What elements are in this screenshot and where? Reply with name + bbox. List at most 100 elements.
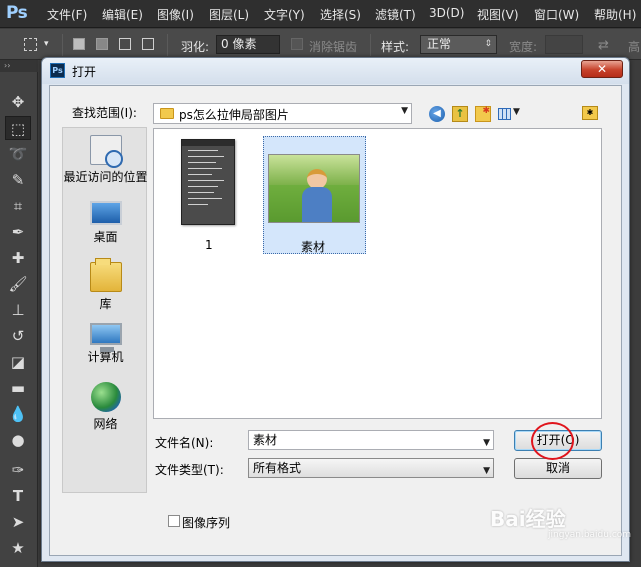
lookin-combo[interactable]: ps怎么拉伸局部图片 ▼ <box>153 103 412 124</box>
ps-menubar: Ps 文件(F) 编辑(E) 图像(I) 图层(L) 文字(Y) 选择(S) 滤… <box>0 0 641 28</box>
new-folder-icon[interactable]: ✱ <box>475 106 491 122</box>
dodge-tool-icon[interactable]: ● <box>5 428 31 452</box>
style-value: 正常 <box>427 37 452 51</box>
subtract-from-selection-icon[interactable] <box>119 38 131 50</box>
menu-view[interactable]: 视图(V) <box>477 6 519 23</box>
style-label: 样式: <box>381 40 410 54</box>
intersect-selection-icon[interactable] <box>142 38 154 50</box>
separator <box>167 34 168 56</box>
new-selection-icon[interactable] <box>73 38 85 50</box>
highlight-circle <box>531 422 574 460</box>
feather-input[interactable]: 0 像素 <box>216 35 280 54</box>
file-list: 1 素材 <box>153 128 602 419</box>
place-desktop[interactable]: 桌面 <box>63 198 148 245</box>
stamp-tool-icon[interactable]: ⊥ <box>5 298 31 322</box>
photoshop-app-icon: Ps <box>50 63 65 78</box>
file-name: 素材 <box>301 240 326 254</box>
place-computer[interactable]: 计算机 <box>63 323 148 365</box>
swap-icon[interactable]: ⇄ <box>598 38 609 53</box>
chevron-down-icon: ▼ <box>513 107 520 117</box>
favorites-folder-icon[interactable]: ✱ <box>582 106 598 120</box>
lookin-value: ps怎么拉伸局部图片 <box>179 108 289 122</box>
menu-file[interactable]: 文件(F) <box>47 6 87 23</box>
separator <box>62 34 63 56</box>
desktop-icon <box>89 201 122 225</box>
dialog-titlebar[interactable]: Ps 打开 ✕ <box>42 58 629 84</box>
filetype-value: 所有格式 <box>253 461 302 475</box>
type-tool-icon[interactable]: T <box>5 484 31 508</box>
separator <box>370 34 371 56</box>
network-icon <box>90 382 121 412</box>
file-name: 1 <box>205 238 213 252</box>
menu-edit[interactable]: 编辑(E) <box>102 6 143 23</box>
image-sequence-label: 图像序列 <box>182 516 231 530</box>
cancel-button[interactable]: 取消 <box>514 458 602 479</box>
feather-label: 羽化: <box>181 40 210 54</box>
view-grid-icon <box>498 108 511 120</box>
menu-help[interactable]: 帮助(H) <box>594 6 636 23</box>
crop-tool-icon[interactable]: ⌗ <box>5 194 31 218</box>
menu-3d[interactable]: 3D(D) <box>429 6 464 20</box>
blur-tool-icon[interactable]: 💧 <box>5 402 31 426</box>
shape-tool-icon[interactable]: ★ <box>5 536 31 560</box>
folder-icon <box>160 108 174 119</box>
pen-tool-icon[interactable]: ✑ <box>5 458 31 482</box>
path-selection-tool-icon[interactable]: ➤ <box>5 510 31 534</box>
antialias-checkbox[interactable] <box>291 38 303 50</box>
chevron-down-icon: ▼ <box>483 466 490 476</box>
back-icon[interactable]: ◀ <box>429 106 445 122</box>
healing-brush-tool-icon[interactable]: ✚ <box>5 246 31 270</box>
brush-tool-icon[interactable]: 🖌 <box>5 272 31 296</box>
height-label: 高 <box>628 40 641 54</box>
computer-icon <box>89 323 122 352</box>
preset-dropdown-arrow-icon[interactable]: ▾ <box>44 39 49 49</box>
image-sequence-checkbox[interactable] <box>168 515 180 527</box>
menu-window[interactable]: 窗口(W) <box>534 6 579 23</box>
ps-options-bar: ▾ 羽化: 0 像素 消除锯齿 样式: 正常 ⇕ 宽度: ⇄ 高 <box>0 29 641 60</box>
dialog-title: 打开 <box>72 65 97 79</box>
chevron-down-icon: ▼ <box>483 438 490 448</box>
file-thumbnail <box>268 154 360 223</box>
eraser-tool-icon[interactable]: ◪ <box>5 350 31 374</box>
marquee-tool-icon[interactable]: ⬚ <box>5 116 31 140</box>
file-item-selected[interactable]: 素材 <box>263 136 366 254</box>
move-tool-icon[interactable]: ✥ <box>5 90 31 114</box>
lasso-tool-icon[interactable]: ➰ <box>5 142 31 166</box>
eyedropper-tool-icon[interactable]: ✒ <box>5 220 31 244</box>
filename-value: 素材 <box>253 433 278 447</box>
gradient-tool-icon[interactable]: ▬ <box>5 376 31 400</box>
antialias-label: 消除锯齿 <box>309 40 358 54</box>
marquee-preset-icon[interactable] <box>24 38 37 51</box>
place-library[interactable]: 库 <box>63 258 148 312</box>
toolbar-grip[interactable]: ›› <box>0 60 38 72</box>
menu-layer[interactable]: 图层(L) <box>209 6 249 23</box>
filename-label: 文件名(N): <box>155 436 214 450</box>
add-to-selection-icon[interactable] <box>96 38 108 50</box>
width-label: 宽度: <box>509 40 538 54</box>
menu-select[interactable]: 选择(S) <box>320 6 361 23</box>
menu-image[interactable]: 图像(I) <box>157 6 194 23</box>
filename-input[interactable]: 素材 ▼ <box>248 430 494 450</box>
place-recent[interactable]: 最近访问的位置 <box>63 135 148 185</box>
quick-selection-tool-icon[interactable]: ✎ <box>5 168 31 192</box>
file-item[interactable]: 1 <box>176 135 242 252</box>
menu-type[interactable]: 文字(Y) <box>264 6 305 23</box>
file-thumbnail <box>181 139 235 225</box>
style-select[interactable]: 正常 ⇕ <box>420 35 497 54</box>
place-label: 桌面 <box>93 230 118 244</box>
close-button[interactable]: ✕ <box>581 60 623 78</box>
menu-filter[interactable]: 滤镜(T) <box>375 6 416 23</box>
width-input[interactable] <box>545 35 583 54</box>
places-bar: 最近访问的位置 桌面 库 计算机 网络 <box>62 127 148 493</box>
watermark-url: jingyan.baidu.com <box>548 530 632 540</box>
baidu-jingyan-watermark: Bai经验 <box>490 507 566 531</box>
up-folder-icon[interactable]: ↑ <box>452 106 468 122</box>
history-brush-tool-icon[interactable]: ↺ <box>5 324 31 348</box>
filetype-select[interactable]: 所有格式 ▼ <box>248 458 494 478</box>
view-menu-button[interactable]: ▼ <box>498 106 522 122</box>
place-network[interactable]: 网络 <box>63 382 148 432</box>
place-label: 库 <box>99 297 112 311</box>
photoshop-logo: Ps <box>6 3 28 23</box>
chevron-down-icon: ▼ <box>401 106 408 116</box>
place-label: 网络 <box>93 417 118 431</box>
